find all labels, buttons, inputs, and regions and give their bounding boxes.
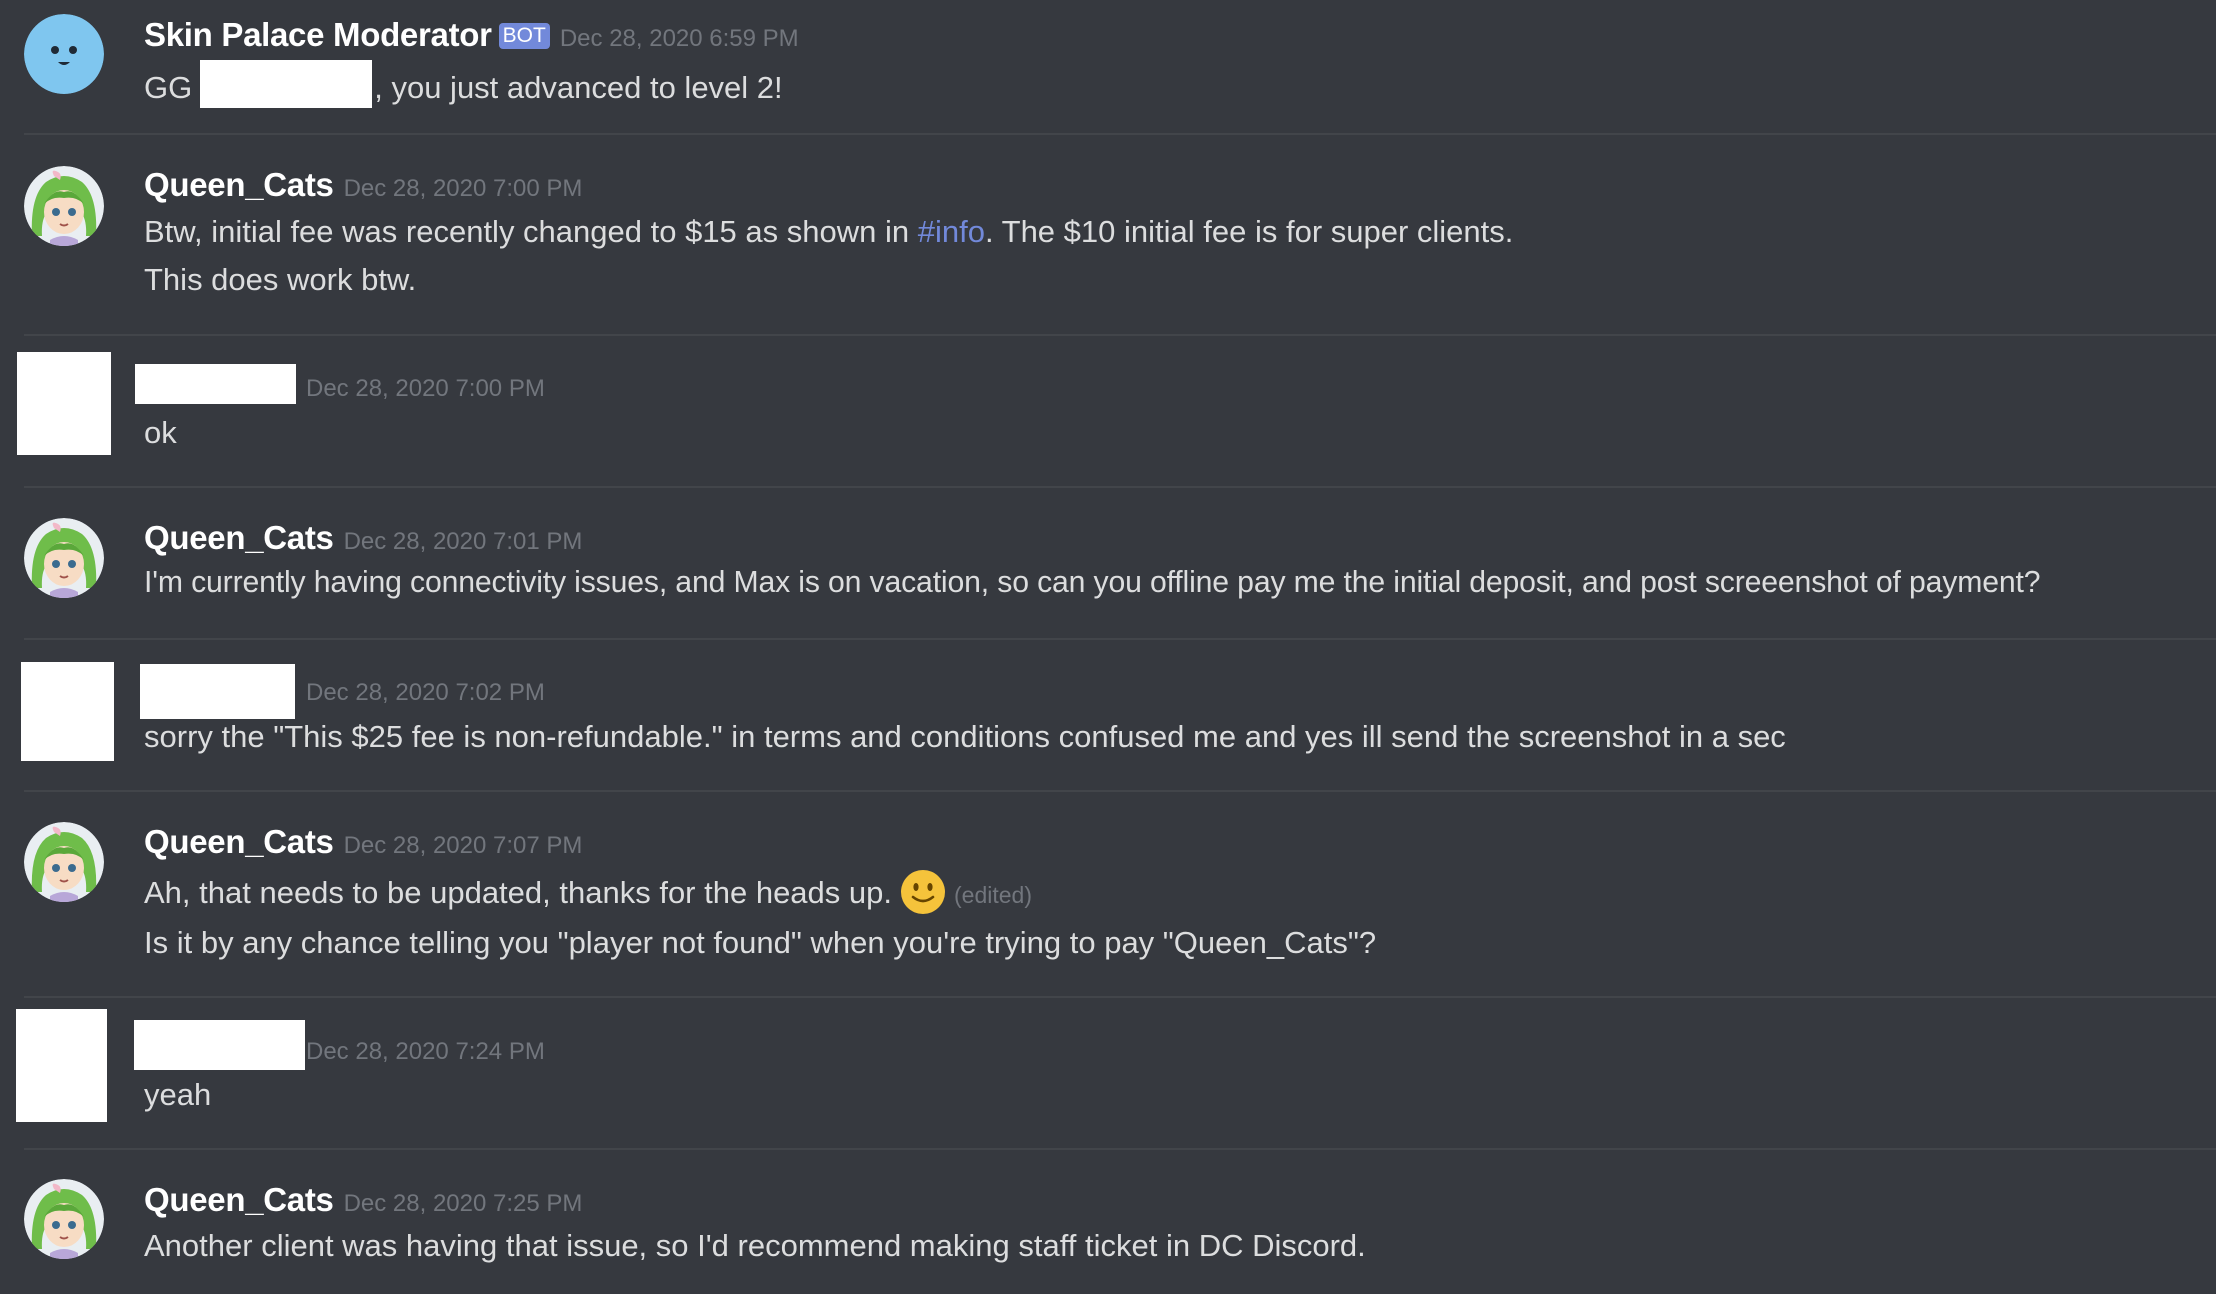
channel-mention-link[interactable]: #info bbox=[918, 214, 985, 249]
message-divider bbox=[24, 486, 2216, 488]
message-text: Ah, that needs to be updated, thanks for… bbox=[144, 875, 892, 910]
bot-badge: BOT bbox=[498, 23, 550, 49]
redacted-avatar bbox=[17, 352, 111, 455]
message-content: Is it by any chance telling you "player … bbox=[144, 924, 1376, 962]
anime-girl-avatar-icon bbox=[24, 518, 104, 598]
message-text: GG bbox=[144, 70, 193, 105]
redacted-avatar bbox=[21, 662, 114, 761]
message-divider bbox=[24, 638, 2216, 640]
anime-girl-avatar-icon bbox=[24, 1179, 104, 1259]
message-content: Ah, that needs to be updated, thanks for… bbox=[144, 869, 1032, 915]
queen-cats-avatar[interactable] bbox=[24, 166, 104, 246]
message-text: Another client was having that issue, so… bbox=[144, 1228, 1366, 1263]
queen-cats-avatar[interactable] bbox=[24, 1179, 104, 1259]
message-header: Queen_Cats Dec 28, 2020 7:00 PM bbox=[144, 166, 582, 204]
message-bot: Skin Palace Moderator BOT Dec 28, 2020 6… bbox=[0, 0, 2216, 134]
timestamp[interactable]: Dec 28, 2020 7:24 PM bbox=[306, 1038, 545, 1066]
message-content: yeah bbox=[144, 1076, 211, 1114]
message-text: . The $10 initial fee is for super clien… bbox=[984, 214, 1514, 249]
redacted-avatar bbox=[16, 1009, 107, 1122]
message-header: Queen_Cats Dec 28, 2020 7:01 PM bbox=[144, 519, 582, 557]
message-divider bbox=[24, 334, 2216, 336]
message-header: Dec 28, 2020 7:00 PM bbox=[306, 375, 545, 403]
redacted-username bbox=[140, 664, 295, 719]
message-content: sorry the "This $25 fee is non-refundabl… bbox=[144, 718, 1786, 756]
message-header: Dec 28, 2020 7:02 PM bbox=[306, 679, 545, 707]
anime-girl-avatar-icon bbox=[24, 822, 104, 902]
message-header: Queen_Cats Dec 28, 2020 7:25 PM bbox=[144, 1181, 582, 1219]
redacted-username bbox=[134, 1020, 305, 1070]
message-header: Dec 28, 2020 7:24 PM bbox=[306, 1038, 545, 1066]
message-content: ok bbox=[144, 414, 177, 452]
redacted-mention bbox=[200, 60, 373, 108]
queen-cats-avatar[interactable] bbox=[24, 822, 104, 902]
timestamp[interactable]: Dec 28, 2020 7:07 PM bbox=[344, 832, 583, 860]
message-divider bbox=[24, 133, 2216, 135]
queen-cats-avatar[interactable] bbox=[24, 518, 104, 598]
edited-label: (edited) bbox=[954, 882, 1032, 908]
timestamp[interactable]: Dec 28, 2020 7:25 PM bbox=[344, 1190, 583, 1218]
bot-avatar[interactable] bbox=[24, 14, 104, 94]
smiley-avatar-icon bbox=[24, 14, 104, 94]
message-text: , you just advanced to level 2! bbox=[374, 70, 783, 105]
username[interactable]: Queen_Cats bbox=[144, 519, 334, 557]
timestamp[interactable]: Dec 28, 2020 7:00 PM bbox=[306, 375, 545, 403]
timestamp[interactable]: Dec 28, 2020 7:02 PM bbox=[306, 679, 545, 707]
message-divider bbox=[24, 1148, 2216, 1150]
username[interactable]: Queen_Cats bbox=[144, 1181, 334, 1219]
message-text: Btw, initial fee was recently changed to… bbox=[144, 214, 918, 249]
slightly-smiling-face-emoji-icon[interactable] bbox=[900, 869, 946, 915]
message-content: This does work btw. bbox=[144, 261, 416, 299]
message-text: yeah bbox=[144, 1077, 212, 1112]
message-header: Queen_Cats Dec 28, 2020 7:07 PM bbox=[144, 823, 582, 861]
message-text: Is it by any chance telling you "player … bbox=[144, 925, 1377, 960]
message-content: I'm currently having connectivity issues… bbox=[144, 564, 2041, 602]
timestamp[interactable]: Dec 28, 2020 6:59 PM bbox=[560, 25, 799, 53]
message-content: Another client was having that issue, so… bbox=[144, 1227, 1366, 1265]
username[interactable]: Queen_Cats bbox=[144, 166, 334, 204]
message-header: Skin Palace Moderator BOT Dec 28, 2020 6… bbox=[144, 16, 799, 54]
message-divider bbox=[24, 790, 2216, 792]
message-content: GG , you just advanced to level 2! bbox=[144, 60, 783, 108]
username[interactable]: Queen_Cats bbox=[144, 823, 334, 861]
message-text: This does work btw. bbox=[144, 262, 417, 297]
message-text: sorry the "This $25 fee is non-refundabl… bbox=[144, 719, 1786, 754]
message-text: I'm currently having connectivity issues… bbox=[144, 566, 2041, 599]
message-content: Btw, initial fee was recently changed to… bbox=[144, 213, 1513, 251]
message-divider bbox=[24, 996, 2216, 998]
username[interactable]: Skin Palace Moderator bbox=[144, 16, 492, 54]
timestamp[interactable]: Dec 28, 2020 7:00 PM bbox=[344, 175, 583, 203]
anime-girl-avatar-icon bbox=[24, 166, 104, 246]
timestamp[interactable]: Dec 28, 2020 7:01 PM bbox=[344, 528, 583, 556]
redacted-username bbox=[135, 364, 296, 404]
message-text: ok bbox=[144, 415, 177, 450]
